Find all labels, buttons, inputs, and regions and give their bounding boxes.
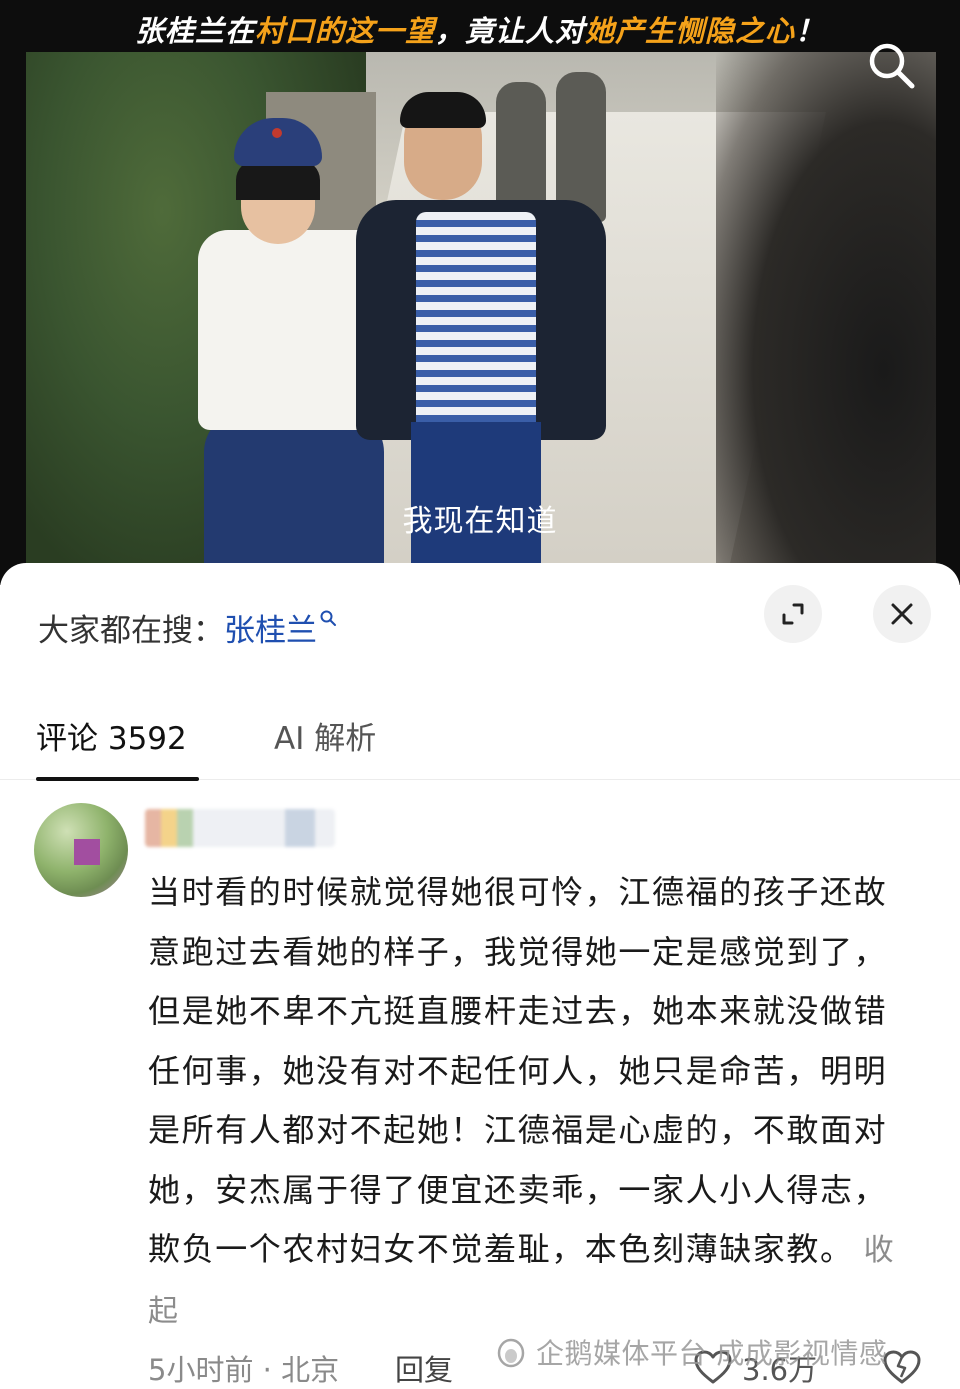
title-text-2: ，竟让人对: [434, 14, 585, 48]
comment-sheet: 大家都在搜：张桂兰 评论 3592 AI 解析 当时看的时候就觉得她很可怜，江德…: [0, 563, 960, 1387]
hot-search-prefix: 大家都在搜：: [38, 613, 224, 649]
tab-ai-analysis[interactable]: AI 解析: [274, 713, 376, 758]
title-text-1: 张桂兰在: [134, 14, 255, 48]
reply-button[interactable]: 回复: [395, 1347, 453, 1389]
search-icon[interactable]: [862, 36, 920, 94]
watermark-text: 企鹅媒体平台 成成影视情感: [536, 1337, 888, 1370]
tab-comments[interactable]: 评论 3592: [36, 713, 187, 758]
active-tab-indicator: [36, 777, 199, 781]
video-title: 张桂兰在村口的这一望，竟让人对她产生恻隐之心！: [0, 8, 960, 50]
title-highlight-2: 她产生恻隐之心: [585, 14, 796, 48]
hot-search-bar[interactable]: 大家都在搜：张桂兰: [38, 605, 337, 650]
title-highlight-1: 村口的这一望: [254, 14, 435, 48]
close-icon: [891, 603, 913, 625]
penguin-logo-icon: [497, 1338, 525, 1368]
title-text-3: ！: [795, 14, 826, 48]
username-blurred[interactable]: [145, 809, 335, 847]
dislike-icon[interactable]: [882, 1349, 922, 1385]
video-subtitle: 我现在知道: [402, 504, 558, 539]
comment-time-location: 5小时前 · 北京: [148, 1353, 340, 1387]
comment-text: 当时看的时候就觉得她很可怜，江德福的孩子还故意跑过去看她的样子，我觉得她一定是感…: [148, 873, 888, 1268]
comment-tabs: 评论 3592 AI 解析: [0, 683, 960, 781]
avatar-pixelation: [74, 839, 100, 865]
close-button[interactable]: [873, 585, 931, 643]
man-striped-shirt: [416, 212, 536, 442]
search-mini-icon: [320, 610, 336, 626]
expand-icon: [782, 603, 804, 625]
video-player[interactable]: 张桂兰在村口的这一望，竟让人对她产生恻隐之心！ 我现在知道: [0, 0, 960, 585]
hot-search-term[interactable]: 张桂兰: [224, 613, 317, 649]
man-hair: [400, 92, 486, 128]
avatar[interactable]: [34, 803, 128, 897]
watermark: 企鹅媒体平台 成成影视情感: [494, 1332, 887, 1372]
hat-star: [272, 128, 282, 138]
comment-body: 当时看的时候就觉得她很可怜，江德福的孩子还故意跑过去看她的样子，我觉得她一定是感…: [148, 863, 918, 1341]
woman-hair: [236, 160, 320, 200]
expand-button[interactable]: [764, 585, 822, 643]
